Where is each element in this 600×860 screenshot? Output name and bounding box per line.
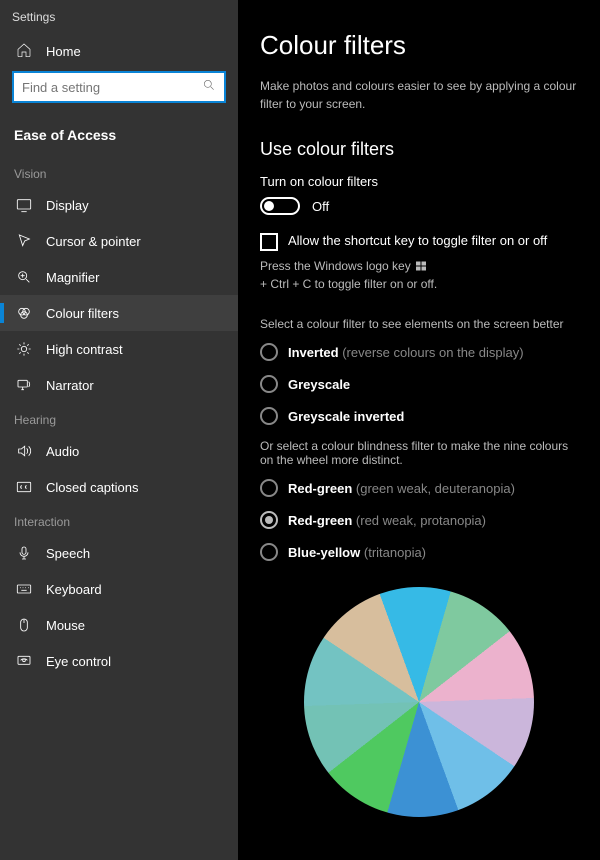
page-description: Make photos and colours easier to see by… bbox=[260, 77, 578, 113]
sidebar-item-eye-control[interactable]: Eye control bbox=[0, 643, 238, 679]
magnifier-icon bbox=[16, 269, 32, 285]
sidebar-item-cursor[interactable]: Cursor & pointer bbox=[0, 223, 238, 259]
sidebar-item-keyboard[interactable]: Keyboard bbox=[0, 571, 238, 607]
sidebar-item-label: Display bbox=[46, 198, 89, 213]
high-contrast-icon bbox=[16, 341, 32, 357]
colour-filters-toggle[interactable] bbox=[260, 197, 300, 215]
toggle-label: Turn on colour filters bbox=[260, 174, 578, 189]
radio-tritanopia[interactable]: Blue-yellow (tritanopia) bbox=[260, 543, 578, 561]
sidebar-item-magnifier[interactable]: Magnifier bbox=[0, 259, 238, 295]
sidebar-item-colour-filters[interactable]: Colour filters bbox=[0, 295, 238, 331]
page-title: Colour filters bbox=[260, 30, 578, 61]
sidebar-item-label: Speech bbox=[46, 546, 90, 561]
windows-key-icon bbox=[415, 260, 427, 272]
toggle-state: Off bbox=[312, 199, 329, 214]
audio-icon bbox=[16, 443, 32, 459]
sidebar-item-mouse[interactable]: Mouse bbox=[0, 607, 238, 643]
radio-greyscale-inverted[interactable]: Greyscale inverted bbox=[260, 407, 578, 425]
sidebar-item-audio[interactable]: Audio bbox=[0, 433, 238, 469]
sidebar-item-narrator[interactable]: Narrator bbox=[0, 367, 238, 403]
blind-instruction: Or select a colour blindness filter to m… bbox=[260, 439, 578, 467]
radio-protanopia[interactable]: Red-green (red weak, protanopia) bbox=[260, 511, 578, 529]
radio-deuteranopia[interactable]: Red-green (green weak, deuteranopia) bbox=[260, 479, 578, 497]
section-heading: Use colour filters bbox=[260, 139, 578, 160]
sidebar-item-label: Audio bbox=[46, 444, 79, 459]
sidebar-item-label: Colour filters bbox=[46, 306, 119, 321]
group-hearing: Hearing bbox=[0, 403, 238, 433]
radio-inverted[interactable]: Inverted (reverse colours on the display… bbox=[260, 343, 578, 361]
sidebar-item-speech[interactable]: Speech bbox=[0, 535, 238, 571]
home-button[interactable]: Home bbox=[0, 32, 238, 71]
select-instruction: Select a colour filter to see elements o… bbox=[260, 317, 578, 331]
closed-captions-icon bbox=[16, 479, 32, 495]
radio-icon bbox=[260, 511, 278, 529]
keyboard-icon bbox=[16, 581, 32, 597]
radio-icon bbox=[260, 407, 278, 425]
search-input-wrap[interactable] bbox=[12, 71, 226, 103]
sidebar-item-label: High contrast bbox=[46, 342, 123, 357]
mouse-icon bbox=[16, 617, 32, 633]
search-container bbox=[0, 71, 238, 117]
shortcut-hint: Press the Windows logo key + Ctrl + C to… bbox=[260, 259, 578, 291]
sidebar-item-label: Closed captions bbox=[46, 480, 139, 495]
sidebar-item-label: Keyboard bbox=[46, 582, 102, 597]
search-input[interactable] bbox=[22, 80, 202, 95]
group-interaction: Interaction bbox=[0, 505, 238, 535]
eye-control-icon bbox=[16, 653, 32, 669]
radio-greyscale[interactable]: Greyscale bbox=[260, 375, 578, 393]
sidebar-item-high-contrast[interactable]: High contrast bbox=[0, 331, 238, 367]
search-icon bbox=[202, 78, 216, 97]
radio-icon bbox=[260, 543, 278, 561]
app-title: Settings bbox=[0, 6, 238, 32]
main-content: Colour filters Make photos and colours e… bbox=[238, 0, 600, 860]
section-title: Ease of Access bbox=[0, 117, 238, 157]
home-icon bbox=[16, 42, 32, 61]
sidebar-item-display[interactable]: Display bbox=[0, 187, 238, 223]
sidebar-item-label: Cursor & pointer bbox=[46, 234, 141, 249]
colour-filters-icon bbox=[16, 305, 32, 321]
radio-icon bbox=[260, 479, 278, 497]
display-icon bbox=[16, 197, 32, 213]
sidebar: Settings Home Ease of Access Vision Disp… bbox=[0, 0, 238, 860]
sidebar-item-closed-captions[interactable]: Closed captions bbox=[0, 469, 238, 505]
radio-icon bbox=[260, 343, 278, 361]
radio-icon bbox=[260, 375, 278, 393]
home-label: Home bbox=[46, 44, 81, 59]
sidebar-item-label: Eye control bbox=[46, 654, 111, 669]
narrator-icon bbox=[16, 377, 32, 393]
speech-icon bbox=[16, 545, 32, 561]
sidebar-item-label: Mouse bbox=[46, 618, 85, 633]
sidebar-item-label: Magnifier bbox=[46, 270, 99, 285]
shortcut-checkbox[interactable] bbox=[260, 233, 278, 251]
colour-wheel bbox=[304, 587, 534, 817]
group-vision: Vision bbox=[0, 157, 238, 187]
shortcut-checkbox-label: Allow the shortcut key to toggle filter … bbox=[288, 233, 547, 248]
cursor-icon bbox=[16, 233, 32, 249]
sidebar-item-label: Narrator bbox=[46, 378, 94, 393]
